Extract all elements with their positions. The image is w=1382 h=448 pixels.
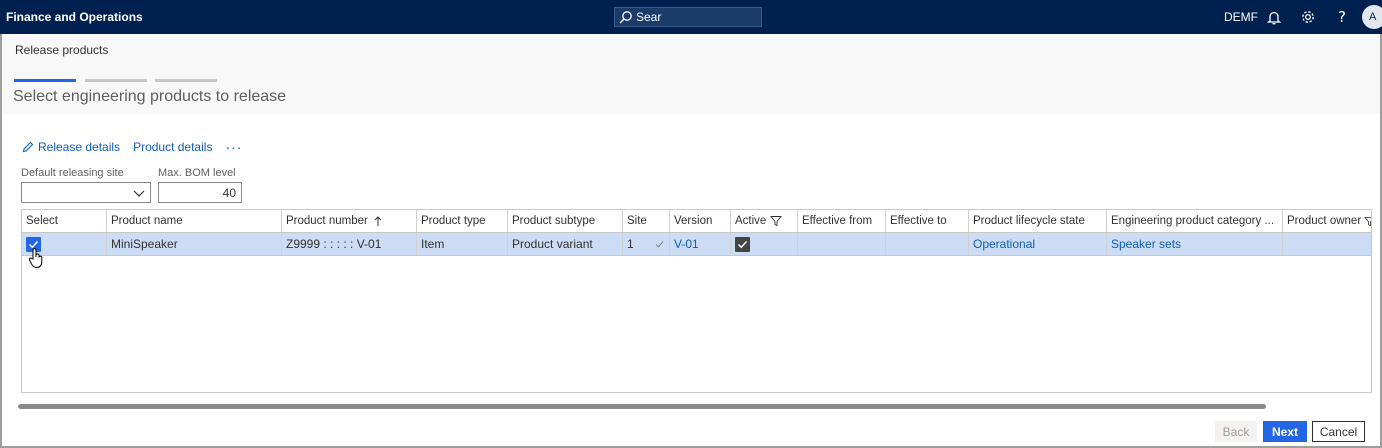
avatar[interactable]: A	[1362, 5, 1382, 29]
search-icon	[619, 11, 632, 24]
company-selector[interactable]: DEMF	[1224, 10, 1258, 24]
products-grid: Select Product name Product number Produ…	[21, 209, 1372, 393]
max-bom-level-input[interactable]	[158, 182, 242, 203]
site-cell[interactable]: 1	[623, 233, 670, 255]
chevron-down-icon	[133, 190, 145, 197]
table-row[interactable]: MiniSpeaker Z9999 : : : : : V-01 Item Pr…	[22, 233, 1371, 256]
product-number-cell[interactable]: Z9999 : : : : : V-01	[282, 233, 417, 255]
column-header-product-subtype[interactable]: Product subtype	[508, 210, 623, 232]
top-bar: Finance and Operations DEMF ? A	[0, 0, 1382, 34]
version-link[interactable]: V-01	[670, 233, 731, 255]
gear-icon[interactable]	[1299, 8, 1317, 26]
action-pane: Release details Product details ···	[22, 139, 242, 155]
horizontal-scrollbar[interactable]	[18, 404, 1266, 409]
column-header-effective-from[interactable]: Effective from	[798, 210, 886, 232]
product-type-cell[interactable]: Item	[417, 233, 508, 255]
bell-icon[interactable]	[1265, 8, 1283, 26]
effective-to-cell[interactable]	[886, 233, 969, 255]
product-details-button[interactable]: Product details	[133, 140, 212, 154]
help-icon[interactable]: ?	[1333, 8, 1351, 26]
default-releasing-site-select[interactable]	[21, 182, 151, 203]
column-header-version[interactable]: Version	[670, 210, 731, 232]
pencil-icon	[22, 141, 34, 153]
column-header-product-number[interactable]: Product number	[282, 210, 417, 232]
page-heading: Select engineering products to release	[13, 88, 287, 105]
filter-icon	[1364, 216, 1371, 226]
column-header-product-type[interactable]: Product type	[417, 210, 508, 232]
engineering-category-link[interactable]: Speaker sets	[1107, 233, 1283, 255]
wizard-step-3	[155, 79, 217, 82]
more-options-button[interactable]: ···	[225, 139, 242, 155]
active-checkbox[interactable]	[735, 236, 750, 252]
column-header-site[interactable]: Site	[623, 210, 670, 232]
column-header-product-owner[interactable]: Product owner	[1283, 210, 1371, 232]
search-box[interactable]	[614, 7, 762, 27]
filter-icon	[770, 216, 783, 227]
wizard-step-1	[14, 79, 76, 82]
product-name-cell[interactable]: MiniSpeaker	[107, 233, 282, 255]
product-subtype-cell[interactable]: Product variant	[508, 233, 623, 255]
column-header-active[interactable]: Active	[731, 210, 798, 232]
sort-ascending-icon	[374, 216, 382, 226]
column-header-lifecycle-state[interactable]: Product lifecycle state	[969, 210, 1107, 232]
effective-from-cell[interactable]	[798, 233, 886, 255]
search-input[interactable]	[636, 10, 756, 24]
column-header-engineering-category[interactable]: Engineering product category ...	[1107, 210, 1283, 232]
grid-header-row: Select Product name Product number Produ…	[22, 210, 1371, 233]
hand-cursor-icon	[28, 248, 43, 269]
column-header-select[interactable]: Select	[22, 210, 107, 232]
validated-check-icon	[655, 240, 664, 248]
app-title[interactable]: Finance and Operations	[6, 10, 143, 24]
active-cell[interactable]	[731, 233, 798, 255]
lifecycle-state-link[interactable]: Operational	[969, 233, 1107, 255]
column-header-product-name[interactable]: Product name	[107, 210, 282, 232]
back-button[interactable]: Back	[1215, 421, 1257, 442]
product-owner-cell[interactable]	[1283, 233, 1371, 255]
cancel-button[interactable]: Cancel	[1312, 421, 1365, 442]
release-details-button[interactable]: Release details	[22, 140, 120, 154]
dialog-title: Release products	[15, 43, 109, 57]
column-header-effective-to[interactable]: Effective to	[886, 210, 969, 232]
next-button[interactable]: Next	[1263, 421, 1307, 442]
default-releasing-site-label: Default releasing site	[21, 167, 124, 179]
release-details-label: Release details	[38, 140, 121, 154]
wizard-step-2	[85, 79, 147, 82]
max-bom-level-label: Max. BOM level	[158, 167, 236, 179]
checkmark-icon	[738, 240, 748, 248]
